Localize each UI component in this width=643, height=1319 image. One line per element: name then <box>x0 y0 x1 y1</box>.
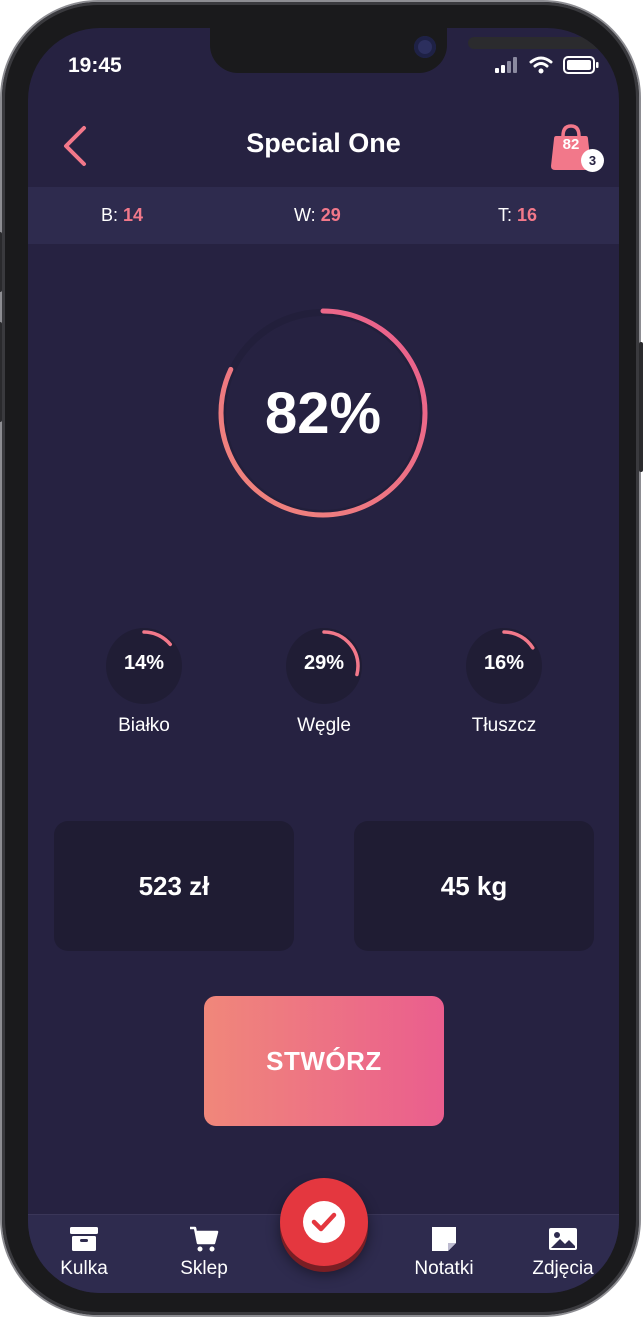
nav-item-sklep[interactable]: Sklep <box>149 1225 259 1280</box>
price-value: 523 zł <box>138 870 210 901</box>
protein-percent: 14% <box>123 652 165 674</box>
image-icon <box>549 1228 577 1250</box>
page-title: Special One <box>246 128 401 158</box>
weight-card: 45 kg <box>354 821 594 951</box>
archive-box-icon <box>70 1227 98 1251</box>
macro-protein-value: 14 <box>123 205 144 225</box>
checkmark-icon <box>311 1212 337 1232</box>
macro-ring-protein: 14% Białko <box>64 626 224 737</box>
fat-percent: 16% <box>483 652 525 674</box>
status-time: 19:45 <box>68 54 122 77</box>
protein-label: Białko <box>118 715 170 736</box>
weight-value: 45 kg <box>440 870 508 901</box>
macro-ring-fat: 16% Tłuszcz <box>424 626 584 737</box>
mute-switch <box>0 232 2 292</box>
confirm-fab-button[interactable] <box>280 1178 368 1266</box>
phone-frame: 19:45 Special One 82 3 B: 14 W: 29 T: 16… <box>0 2 643 1315</box>
cart-badge: 3 <box>581 149 604 172</box>
macro-fat: T: 16 <box>498 205 537 226</box>
nav-item-zdjecia[interactable]: Zdjęcia <box>508 1225 618 1280</box>
macro-fat-value: 16 <box>517 205 538 225</box>
note-icon <box>432 1227 456 1251</box>
speaker <box>468 37 603 49</box>
fat-label: Tłuszcz <box>471 715 537 736</box>
volume-button <box>0 322 2 422</box>
nav-label-zdjecia: Zdjęcia <box>532 1258 594 1279</box>
app-screen: 19:45 Special One 82 3 B: 14 W: 29 T: 16… <box>28 28 619 1293</box>
nav-label-sklep: Sklep <box>180 1258 228 1279</box>
macro-fat-label: T: <box>498 205 513 225</box>
macro-protein-label: B: <box>101 205 119 225</box>
shopping-cart-icon <box>190 1226 219 1252</box>
macro-carbs-value: 29 <box>320 205 341 225</box>
notch <box>210 28 603 73</box>
nav-item-notatki[interactable]: Notatki <box>389 1225 499 1280</box>
price-card: 523 zł <box>54 821 294 951</box>
overall-progress-label: 82% <box>264 380 382 446</box>
battery-icon <box>563 56 599 74</box>
macro-carbs: W: 29 <box>294 205 341 226</box>
wifi-icon <box>529 56 553 74</box>
carbs-label: Węgle <box>297 715 351 736</box>
macro-ring-carbs: 29% Węgle <box>244 626 404 737</box>
power-button <box>639 342 643 472</box>
signal-icon <box>495 57 517 73</box>
create-button[interactable]: STWÓRZ <box>204 996 444 1126</box>
macro-protein: B: 14 <box>101 205 143 226</box>
macro-carbs-label: W: <box>294 205 316 225</box>
fab-inner <box>303 1201 345 1243</box>
nav-label-kulka: Kulka <box>60 1258 108 1279</box>
status-icons <box>495 56 599 74</box>
carbs-percent: 29% <box>303 652 345 674</box>
macros-summary-bar: B: 14 W: 29 T: 16 <box>28 187 619 244</box>
nav-item-kulka[interactable]: Kulka <box>29 1225 139 1280</box>
nav-label-notatki: Notatki <box>414 1258 474 1279</box>
cart-button[interactable]: 82 3 <box>548 122 604 178</box>
camera <box>414 36 436 58</box>
